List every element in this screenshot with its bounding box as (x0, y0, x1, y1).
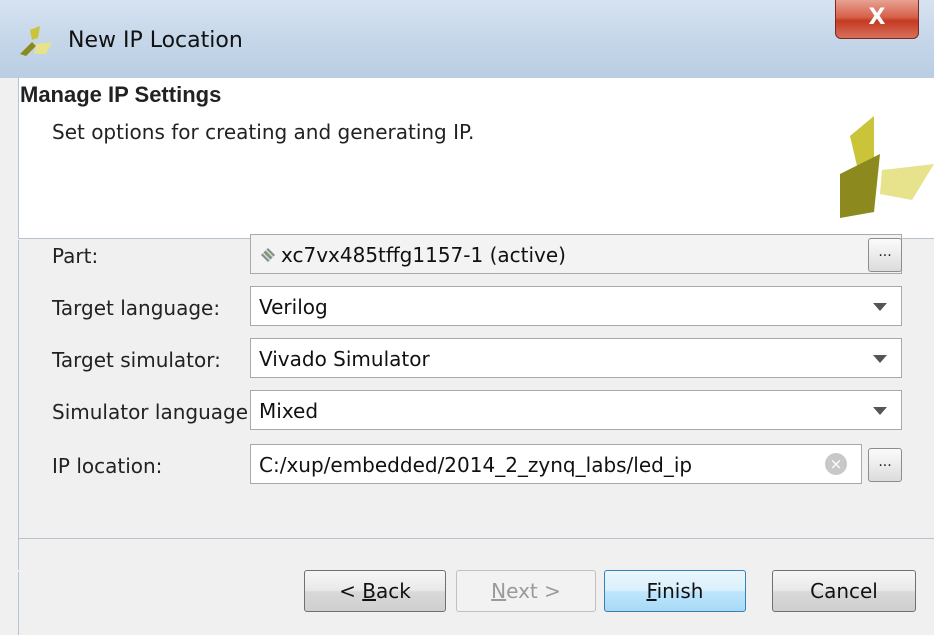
part-value: xc7vx485tffg1157-1 (active) (281, 243, 566, 267)
target-simulator-label: Target simulator: (52, 348, 221, 372)
ip-location-value: C:/xup/embedded/2014_2_zynq_labs/led_ip (259, 453, 693, 477)
part-label: Part: (52, 244, 99, 268)
part-field: xc7vx485tffg1157-1 (active) (250, 234, 902, 274)
back-button[interactable]: < Back (304, 570, 446, 612)
simulator-language-value: Mixed (259, 399, 319, 423)
next-button-mnemonic: N (491, 579, 507, 603)
next-button[interactable]: Next > (456, 570, 596, 612)
chip-icon (261, 248, 275, 262)
ip-location-browse-button[interactable]: ... (868, 448, 902, 482)
part-browse-button[interactable]: ... (868, 238, 902, 272)
back-button-prefix: < (339, 579, 363, 603)
window-title: New IP Location (68, 28, 243, 53)
target-language-label: Target language: (52, 296, 221, 320)
target-simulator-value: Vivado Simulator (259, 347, 430, 371)
simulator-language-select[interactable]: Mixed (250, 390, 902, 430)
target-language-value: Verilog (259, 295, 328, 319)
finish-button[interactable]: Finish (604, 570, 746, 612)
ip-location-label: IP location: (52, 454, 163, 478)
cancel-button[interactable]: Cancel (772, 570, 916, 612)
target-language-select[interactable]: Verilog (250, 286, 902, 326)
left-frame (0, 78, 18, 635)
next-button-rest: ext > (506, 579, 561, 603)
back-button-rest: ack (376, 579, 411, 603)
title-bar[interactable]: New IP Location X (0, 0, 934, 79)
chevron-down-icon (873, 407, 887, 415)
finish-button-rest: inish (656, 579, 704, 603)
footer-separator (18, 538, 934, 539)
vivado-logo-icon (840, 116, 934, 218)
chevron-down-icon (873, 355, 887, 363)
finish-button-mnemonic: F (646, 579, 657, 603)
chevron-down-icon (873, 303, 887, 311)
clear-icon[interactable]: × (825, 453, 847, 475)
ip-location-input[interactable]: C:/xup/embedded/2014_2_zynq_labs/led_ip … (250, 444, 862, 484)
close-button[interactable]: X (835, 0, 919, 39)
vivado-logo-icon (20, 26, 52, 56)
dialog-window: New IP Location X Manage IP Settings Set… (0, 0, 934, 635)
simulator-language-label: Simulator language: (52, 400, 255, 424)
page-title: Manage IP Settings (20, 82, 222, 107)
back-button-mnemonic: B (362, 579, 376, 603)
target-simulator-select[interactable]: Vivado Simulator (250, 338, 902, 378)
page-subtitle: Set options for creating and generating … (52, 120, 475, 144)
